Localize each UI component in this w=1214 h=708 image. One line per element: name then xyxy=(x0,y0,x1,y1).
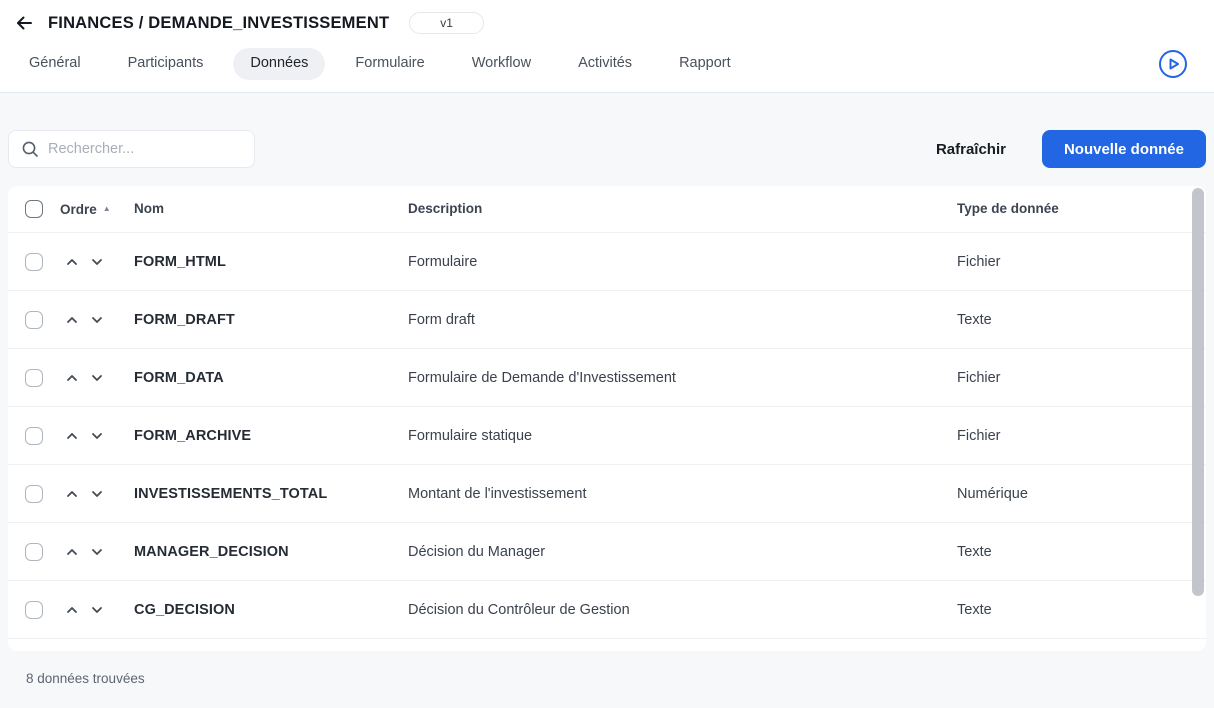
data-description-cell: Formulaire statique xyxy=(408,428,532,444)
data-type-cell: Texte xyxy=(957,544,992,560)
tab-participants[interactable]: Participants xyxy=(111,48,221,80)
row-checkbox[interactable] xyxy=(25,543,43,561)
data-name-cell: FORM_HTML xyxy=(134,254,226,270)
move-up-button[interactable] xyxy=(64,602,80,618)
tab-activites[interactable]: Activités xyxy=(561,48,649,80)
tab-donnees[interactable]: Données xyxy=(233,48,325,80)
row-checkbox[interactable] xyxy=(25,601,43,619)
move-down-button[interactable] xyxy=(89,486,105,502)
data-name-cell: INVESTISSEMENTS_TOTAL xyxy=(134,486,327,502)
data-description-cell: Décision du Manager xyxy=(408,544,545,560)
column-header-nom: Nom xyxy=(134,201,164,216)
table-row[interactable]: FORM_ARCHIVE Formulaire statique Fichier xyxy=(8,407,1206,465)
column-header-description: Description xyxy=(408,201,482,216)
row-checkbox[interactable] xyxy=(25,253,43,271)
play-circle-icon xyxy=(1158,49,1188,79)
refresh-button[interactable]: Rafraîchir xyxy=(936,141,1006,158)
search-input[interactable] xyxy=(48,141,242,157)
move-down-button[interactable] xyxy=(89,544,105,560)
data-type-cell: Fichier xyxy=(957,370,1001,386)
search-icon xyxy=(21,140,39,158)
toolbar-actions: Rafraîchir Nouvelle donnée xyxy=(936,130,1206,168)
table-row[interactable]: FORM_HTML Formulaire Fichier xyxy=(8,233,1206,291)
tab-general[interactable]: Général xyxy=(12,48,98,80)
arrow-left-icon xyxy=(14,13,34,33)
run-button[interactable] xyxy=(1158,49,1188,79)
column-header-ordre[interactable]: Ordre ▲ xyxy=(60,202,111,217)
move-down-button[interactable] xyxy=(89,370,105,386)
toolbar: Rafraîchir Nouvelle donnée xyxy=(8,130,1206,168)
move-down-button[interactable] xyxy=(89,428,105,444)
table-row[interactable]: MANAGER_DECISION Décision du Manager Tex… xyxy=(8,523,1206,581)
data-type-cell: Texte xyxy=(957,312,992,328)
result-count: 8 données trouvées xyxy=(26,671,1206,686)
select-all-checkbox[interactable] xyxy=(25,200,43,218)
move-down-button[interactable] xyxy=(89,254,105,270)
table-scrollbar[interactable] xyxy=(1192,188,1204,649)
move-up-button[interactable] xyxy=(64,312,80,328)
data-description-cell: Montant de l'investissement xyxy=(408,486,586,502)
breadcrumb: FINANCES / DEMANDE_INVESTISSEMENT v1 xyxy=(12,8,1202,38)
data-name-cell: FORM_DRAFT xyxy=(134,312,235,328)
column-header-type: Type de donnée xyxy=(957,201,1059,216)
tab-workflow[interactable]: Workflow xyxy=(455,48,548,80)
tab-formulaire[interactable]: Formulaire xyxy=(338,48,441,80)
row-checkbox[interactable] xyxy=(25,485,43,503)
data-description-cell: Formulaire de Demande d'Investissement xyxy=(408,370,676,386)
move-down-button[interactable] xyxy=(89,312,105,328)
data-type-cell: Texte xyxy=(957,602,992,618)
move-up-button[interactable] xyxy=(64,254,80,270)
move-up-button[interactable] xyxy=(64,370,80,386)
table-row[interactable]: FORM_DATA Formulaire de Demande d'Invest… xyxy=(8,349,1206,407)
data-name-cell: FORM_DATA xyxy=(134,370,224,386)
move-up-button[interactable] xyxy=(64,544,80,560)
move-up-button[interactable] xyxy=(64,486,80,502)
row-checkbox[interactable] xyxy=(25,369,43,387)
move-up-button[interactable] xyxy=(64,428,80,444)
data-description-cell: Form draft xyxy=(408,312,475,328)
version-badge[interactable]: v1 xyxy=(409,12,484,34)
data-name-cell: CG_DECISION xyxy=(134,602,235,618)
move-down-button[interactable] xyxy=(89,602,105,618)
table-row[interactable]: FORM_DRAFT Form draft Texte xyxy=(8,291,1206,349)
page-title: FINANCES / DEMANDE_INVESTISSEMENT xyxy=(48,14,389,33)
data-description-cell: Décision du Contrôleur de Gestion xyxy=(408,602,630,618)
tab-bar: Général Participants Données Formulaire … xyxy=(12,45,1202,83)
sort-asc-icon: ▲ xyxy=(103,205,111,213)
scrollbar-thumb[interactable] xyxy=(1192,188,1204,596)
main-content: Rafraîchir Nouvelle donnée Ordre ▲ Nom D… xyxy=(0,130,1214,686)
table-row-partial xyxy=(8,639,1206,651)
data-type-cell: Fichier xyxy=(957,254,1001,270)
row-checkbox[interactable] xyxy=(25,311,43,329)
data-name-cell: FORM_ARCHIVE xyxy=(134,428,251,444)
row-checkbox[interactable] xyxy=(25,427,43,445)
page-header: FINANCES / DEMANDE_INVESTISSEMENT v1 Gén… xyxy=(0,0,1214,93)
back-button[interactable] xyxy=(12,11,36,35)
search-box xyxy=(8,130,255,168)
data-description-cell: Formulaire xyxy=(408,254,477,270)
tab-rapport[interactable]: Rapport xyxy=(662,48,748,80)
table-row[interactable]: INVESTISSEMENTS_TOTAL Montant de l'inves… xyxy=(8,465,1206,523)
data-table: Ordre ▲ Nom Description Type de donnée F… xyxy=(8,186,1206,651)
data-type-cell: Fichier xyxy=(957,428,1001,444)
table-row[interactable]: CG_DECISION Décision du Contrôleur de Ge… xyxy=(8,581,1206,639)
new-data-button[interactable]: Nouvelle donnée xyxy=(1042,130,1206,168)
table-header-row: Ordre ▲ Nom Description Type de donnée xyxy=(8,186,1206,233)
data-type-cell: Numérique xyxy=(957,486,1028,502)
data-name-cell: MANAGER_DECISION xyxy=(134,544,289,560)
